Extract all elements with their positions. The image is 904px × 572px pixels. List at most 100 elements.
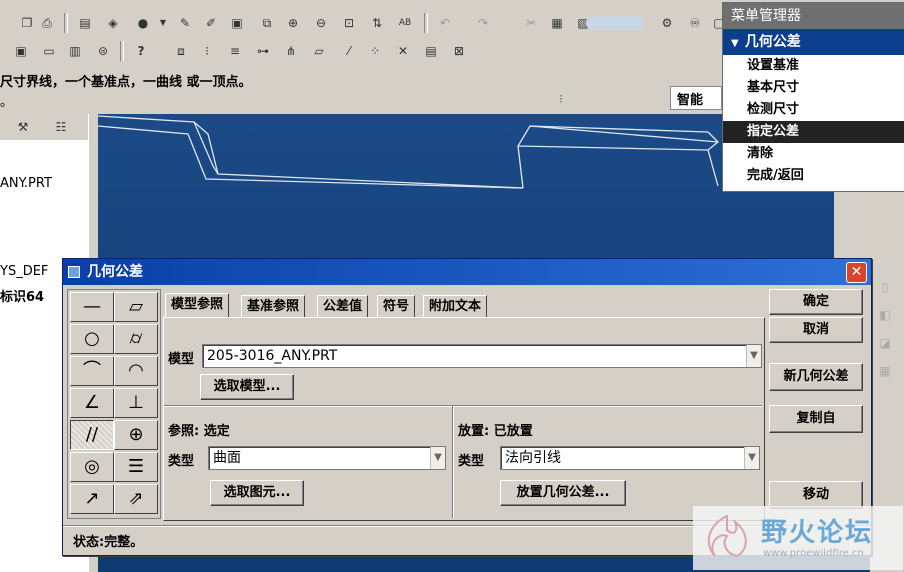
- chevron-down-icon[interactable]: ▼: [430, 447, 445, 469]
- axis-display-icon[interactable]: ⁄: [340, 42, 358, 60]
- circularity-symbol[interactable]: ○: [70, 324, 114, 354]
- cancel-button[interactable]: 取消: [769, 317, 863, 343]
- erase-icon[interactable]: ⊜: [94, 42, 112, 60]
- annotation-icon[interactable]: ▤: [422, 42, 440, 60]
- new-tolerance-button[interactable]: 新几何公差: [769, 363, 863, 391]
- surface-profile-symbol[interactable]: ◠: [114, 356, 158, 386]
- tree-item[interactable]: YS_DEF: [0, 264, 48, 279]
- copy-from-button[interactable]: 复制自: [769, 405, 863, 433]
- line-profile-symbol[interactable]: ⌒: [70, 356, 114, 386]
- cylindricity-symbol[interactable]: ⌭: [114, 324, 158, 354]
- select-entity-button[interactable]: 选取图元...: [210, 480, 304, 506]
- straightness-symbol[interactable]: —: [70, 292, 114, 322]
- close-window-icon[interactable]: ⊠: [450, 42, 468, 60]
- regenerate-icon[interactable]: ▤: [76, 14, 94, 32]
- tab-tolerance-value[interactable]: 公差值: [317, 295, 369, 318]
- tree-settings-icon[interactable]: ⚒: [14, 118, 32, 136]
- reference-type-select[interactable]: 曲面 ▼: [208, 446, 446, 470]
- binoculars-icon[interactable]: ♾: [686, 14, 704, 32]
- symmetry-symbol[interactable]: ☰: [114, 452, 158, 482]
- model-select[interactable]: 205-3016_ANY.PRT ▼: [202, 344, 762, 368]
- status-text: 状态:完整。: [73, 535, 144, 550]
- redo-icon[interactable]: ↷: [474, 14, 492, 32]
- menu-submenu-header[interactable]: ▼ 几何公差: [723, 29, 904, 55]
- menu-item-basic-dim[interactable]: 基本尺寸: [723, 77, 904, 99]
- help-icon[interactable]: ?: [132, 42, 150, 60]
- chevron-down-icon[interactable]: ▼: [746, 345, 761, 367]
- menu-item-specify-tolerance[interactable]: 指定公差: [723, 121, 904, 143]
- datum-axis-icon[interactable]: ⁝: [198, 42, 216, 60]
- section-divider: [164, 405, 762, 407]
- save-icon[interactable]: ▭: [40, 42, 58, 60]
- datum-plane-icon[interactable]: ⧈: [172, 42, 190, 60]
- dialog-title-bar[interactable]: 几何公差 ✕: [63, 259, 871, 285]
- traffic-light-icon: ⁝: [559, 92, 563, 106]
- print-icon[interactable]: ⎙: [38, 14, 56, 32]
- chevron-down-icon[interactable]: ▼: [744, 447, 759, 469]
- placement-type-label: 类型: [458, 454, 485, 469]
- tree-columns-icon[interactable]: ☷: [52, 118, 70, 136]
- sketch-icon[interactable]: ✐: [202, 14, 220, 32]
- menu-item-clear[interactable]: 清除: [723, 143, 904, 165]
- tab-page: 模型 205-3016_ANY.PRT ▼ 选取模型... 参照: 选定 类型 …: [163, 317, 765, 521]
- edit-icon[interactable]: ✎: [176, 14, 194, 32]
- flame-logo-icon: [707, 514, 747, 558]
- tools-icon[interactable]: ⚙: [658, 14, 676, 32]
- ok-button[interactable]: 确定: [769, 289, 863, 315]
- move-button[interactable]: 移动: [769, 481, 863, 509]
- tree-item[interactable]: ANY.PRT: [0, 176, 52, 191]
- close-icon[interactable]: ✕: [846, 262, 867, 283]
- menu-item-inspect-dim[interactable]: 检测尺寸: [723, 99, 904, 121]
- view-icon[interactable]: ▣: [228, 14, 246, 32]
- tab-datum-reference[interactable]: 基准参照: [241, 295, 306, 318]
- save-as-icon[interactable]: ▥: [66, 42, 84, 60]
- sphere-icon[interactable]: ●: [134, 14, 152, 32]
- plane-icon[interactable]: ▱: [310, 42, 328, 60]
- copy-icon[interactable]: ❐: [18, 14, 36, 32]
- cut-icon[interactable]: ✂: [522, 14, 540, 32]
- undo-icon[interactable]: ↶: [436, 14, 454, 32]
- triangle-down-icon: ▼: [731, 38, 739, 49]
- select-model-button[interactable]: 选取模型...: [200, 374, 294, 400]
- dialog-title: 几何公差: [87, 264, 143, 280]
- feature-icon[interactable]: ▯: [876, 278, 894, 296]
- filter-value: 智能: [677, 93, 704, 108]
- angularity-symbol[interactable]: ∠: [70, 388, 114, 418]
- concentricity-symbol[interactable]: ◎: [70, 452, 114, 482]
- circular-runout-symbol[interactable]: ↗: [70, 484, 114, 514]
- flatness-symbol[interactable]: ▱: [114, 292, 158, 322]
- total-runout-symbol[interactable]: ⇗: [114, 484, 158, 514]
- shell-icon[interactable]: ◧: [876, 306, 894, 324]
- tree-item[interactable]: 标识64: [0, 286, 44, 305]
- zoom-out-icon[interactable]: ⊖: [312, 14, 330, 32]
- placement-type-select[interactable]: 法向引线 ▼: [500, 446, 760, 470]
- dropdown-arrow-icon[interactable]: ▼: [154, 14, 172, 32]
- tab-model-reference[interactable]: 模型参照: [165, 293, 230, 318]
- parallelism-symbol[interactable]: //: [70, 420, 114, 450]
- filter-select[interactable]: 智能: [670, 86, 722, 110]
- orient-icon[interactable]: ⇅: [368, 14, 386, 32]
- placement-header: 放置: 已放置: [458, 424, 533, 439]
- cube-icon[interactable]: ▣: [12, 42, 30, 60]
- menu-item-done-return[interactable]: 完成/返回: [723, 165, 904, 187]
- csys-display-icon[interactable]: ✕: [394, 42, 412, 60]
- place-tolerance-button[interactable]: 放置几何公差...: [500, 480, 626, 506]
- pattern-icon[interactable]: ▦: [876, 362, 894, 380]
- tab-symbol[interactable]: 符号: [377, 295, 416, 318]
- draft-icon[interactable]: ◪: [876, 334, 894, 352]
- layers-icon[interactable]: ⧉: [258, 14, 276, 32]
- text-icon[interactable]: AB: [396, 14, 414, 32]
- datum-curve-icon[interactable]: ≡: [226, 42, 244, 60]
- position-symbol[interactable]: ⊕: [114, 420, 158, 450]
- refit-icon[interactable]: ⊡: [340, 14, 358, 32]
- csys-icon[interactable]: ⋔: [282, 42, 300, 60]
- point-display-icon[interactable]: ⁘: [366, 42, 384, 60]
- datum-point-icon[interactable]: ⊶: [254, 42, 272, 60]
- perpendicularity-symbol[interactable]: ⊥: [114, 388, 158, 418]
- menu-item-set-datum[interactable]: 设置基准: [723, 55, 904, 77]
- appearance-icon[interactable]: ◈: [104, 14, 122, 32]
- placement-type-value: 法向引线: [505, 450, 561, 466]
- tab-additional-text[interactable]: 附加文本: [423, 295, 488, 318]
- paste-icon[interactable]: ▦: [548, 14, 566, 32]
- zoom-in-icon[interactable]: ⊕: [284, 14, 302, 32]
